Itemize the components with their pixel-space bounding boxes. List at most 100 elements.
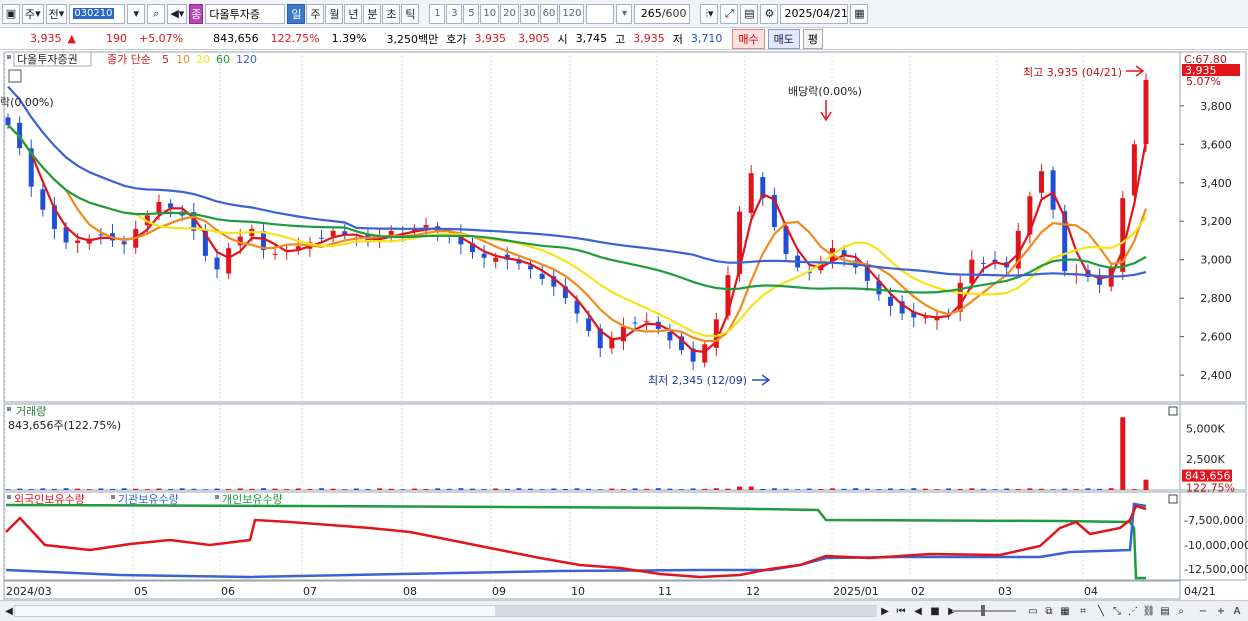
font-size-button[interactable]: A [1230,604,1244,618]
speaker-icon[interactable]: ◀▾ [167,3,188,24]
price-tick-label: 2,400 [1200,369,1232,382]
date-input[interactable]: 2025/04/21 [780,3,849,24]
line-tool-icon[interactable]: ╲ [1094,604,1108,618]
volume-bar [574,488,580,490]
x-tick-label: 02 [911,585,925,598]
volume-bar [110,488,116,490]
nav-button-1[interactable]: ◀ [911,604,925,618]
stock-name-field: 다올투자증 [205,3,286,24]
grid-toggle-icon[interactable] [8,69,22,83]
interval-custom-input[interactable] [586,3,615,24]
volume-bar [411,488,417,490]
legend-ma-5: 5 [162,53,169,66]
candle-body [969,259,975,284]
candle-body [481,253,487,258]
candle-body [586,318,592,331]
period-button-3[interactable]: 년 [344,3,363,24]
up-arrow-icon: ▲ [67,32,76,45]
code-dropdown-button[interactable]: ▾ [127,3,146,24]
bar-count-field[interactable]: 265/600 [634,3,691,24]
scroll-thumb[interactable] [495,606,877,616]
volume-bar [226,489,232,490]
holdings-bullet-icon [215,495,219,499]
holdings-panel-close-icon[interactable] [1168,494,1178,504]
stock-code-input[interactable]: 030210 [69,3,126,24]
interval-button-20[interactable]: 20 [500,3,519,24]
interval-dropdown-button[interactable]: ▾ [616,3,633,24]
sell-button[interactable]: 매도 [767,28,800,49]
prev-button[interactable]: 전 ▾ [45,3,68,24]
chart-area[interactable]: 3,800 3,600 3,400 3,200 3,000 2,800 2,600 2,400… [0,50,1248,600]
save-icon[interactable]: ▤ [740,3,759,24]
gear-icon[interactable]: ⚙ [760,3,779,24]
candle-body [272,253,278,255]
candle-body [75,240,81,243]
volume-bar [1038,488,1044,490]
x-tick-label: 09 [492,585,506,598]
volume-bar [853,488,859,490]
trend-tool-icon[interactable]: ⤡ [1110,604,1124,618]
volume-bar [377,488,383,490]
interval-button-10[interactable]: 10 [480,3,500,24]
chart-list-icon[interactable]: ▤ [1158,604,1172,618]
search-zoom-icon[interactable]: ⌕ [1174,604,1188,618]
period-select[interactable]: 주 ▾ [22,3,44,24]
evaluation-button[interactable]: 평 [802,28,824,49]
split-icon[interactable]: ⧉ [1042,604,1056,618]
period-button-5[interactable]: 초 [382,3,401,24]
interval-button-30[interactable]: 30 [519,3,539,24]
volume-bar [586,488,592,490]
volume-bar [713,488,719,490]
layout-icon[interactable]: ▭ [1026,604,1040,618]
volume-bar [516,488,522,490]
volume-panel-close-icon[interactable] [1168,406,1178,416]
stock-name-text: 다올투자증 [209,7,261,21]
zoom-slider-handle[interactable] [981,605,985,616]
bar-count-value: 265 [640,7,662,20]
candle-type-icon[interactable]: ⫶▾ [700,3,719,24]
crosshair-icon[interactable]: ⌗ [1076,604,1090,618]
volume-bar [1143,479,1149,490]
zoom-in-button[interactable]: + [1214,604,1228,618]
interval-button-3[interactable]: 3 [446,3,463,24]
draw-tool-icon[interactable]: ⤢ [720,3,739,24]
volume-bar [458,488,464,490]
grid-icon[interactable]: ▦ [1058,604,1072,618]
volume-bar [946,488,952,490]
volume-bar [1062,488,1068,490]
open-price: 3,745 [575,32,608,45]
volume-bar [562,488,568,490]
buy-button[interactable]: 매수 [732,28,765,49]
candle-body [748,173,754,213]
volume-bar [597,489,603,490]
search-icon[interactable]: ⌕ [147,3,166,24]
chart-config-icon[interactable]: ▣ [2,3,20,24]
link-icon[interactable]: ⛓ [1142,604,1156,618]
nav-button-0[interactable]: ⏮ [894,604,908,618]
holdings-tick-label: -12,500,000 [1184,563,1248,576]
candle-body [667,332,673,341]
interval-button-120[interactable]: 120 [559,3,585,24]
low-price: 3,710 [690,32,723,45]
candle-body [702,344,708,363]
period-button-1[interactable]: 주 [306,3,325,24]
zoom-out-button[interactable]: − [1196,604,1210,618]
fibonacci-icon[interactable]: ⋰ [1126,604,1140,618]
period-button-4[interactable]: 분 [363,3,382,24]
nav-button-2[interactable]: ■ [928,604,942,618]
holdings-legend-2: 개인보유수량 [222,493,283,506]
x-tick-label: 2025/01 [833,585,879,598]
volume-bar [400,489,406,490]
price-tick-label: 3,600 [1200,138,1232,151]
period-button-6[interactable]: 틱 [401,3,420,24]
volume-bar [435,488,441,490]
scroll-right-button[interactable]: ▶ [878,604,892,618]
volume-bar [353,488,359,490]
period-button-0[interactable]: 일 [287,3,306,24]
period-button-2[interactable]: 월 [325,3,344,24]
calendar-icon[interactable]: ▦ [850,3,869,24]
interval-button-5[interactable]: 5 [463,3,480,24]
horizontal-scrollbar[interactable] [14,605,877,617]
interval-button-1[interactable]: 1 [429,3,446,24]
interval-button-60[interactable]: 60 [539,3,559,24]
